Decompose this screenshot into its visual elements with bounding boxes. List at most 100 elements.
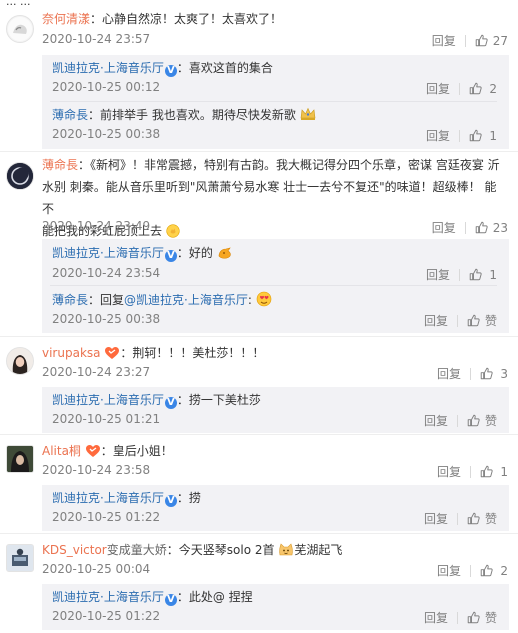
reply-item: 凯迪拉克·上海音乐厅 V ：捞 2020-10-25 01:22 回复 赞 xyxy=(42,485,509,531)
reply-time: 2020-10-24 23:54 xyxy=(52,266,161,280)
reply-button[interactable]: 回复 xyxy=(426,266,450,283)
fan-badge-icon xyxy=(105,347,120,359)
verified-icon: V xyxy=(164,594,177,606)
reply-time: 2020-10-25 01:22 xyxy=(52,510,161,524)
reply-text: ：回复 xyxy=(88,293,125,307)
comment-time: 2020-10-24 23:57 xyxy=(42,32,151,46)
like-count[interactable]: 1 xyxy=(487,129,497,143)
fan-badge-icon xyxy=(85,445,100,457)
like-like-label[interactable]: 赞 xyxy=(485,510,497,527)
reply-button[interactable]: 回复 xyxy=(424,312,448,329)
username-suffix: 变成童大娇 xyxy=(106,543,167,557)
reply-button[interactable]: 回复 xyxy=(432,219,456,236)
cat-emoji-icon xyxy=(279,543,294,556)
reply-button[interactable]: 回复 xyxy=(437,463,461,480)
thumbs-up-icon[interactable] xyxy=(467,512,480,525)
like-count[interactable]: 1 xyxy=(498,465,508,479)
like-count[interactable]: 2 xyxy=(498,564,508,578)
reply-time: 2020-10-25 00:38 xyxy=(52,127,161,141)
reply-list: 凯迪拉克·上海音乐厅 V ：捞 2020-10-25 01:22 回复 赞 xyxy=(42,485,509,531)
reply-time: 2020-10-25 00:12 xyxy=(52,80,161,94)
divider xyxy=(456,611,458,624)
divider xyxy=(459,82,460,95)
thumbs-up-icon[interactable] xyxy=(467,314,480,327)
thumbs-up-icon[interactable] xyxy=(480,367,493,380)
comment-username[interactable]: 薄命長 xyxy=(42,158,78,172)
reply-text: ：捞 xyxy=(176,491,201,505)
verified-icon: V xyxy=(164,495,177,507)
verified-icon: V xyxy=(164,250,177,262)
reply-button[interactable]: 回复 xyxy=(426,80,450,97)
reply-username[interactable]: 凯迪拉克·上海音乐厅 xyxy=(52,61,164,75)
comment-text: ：荆轲！！！美杜莎！！！ xyxy=(120,346,265,360)
reply-time: 2020-10-25 01:21 xyxy=(52,412,161,426)
reply-button[interactable]: 回复 xyxy=(426,127,450,144)
divider xyxy=(470,465,471,478)
comment-username[interactable]: 奈何清漾 xyxy=(42,12,90,26)
reply-item: 薄命長：回复@凯迪拉克·上海音乐厅: 2020-10-25 00:38 回复 赞 xyxy=(42,286,509,333)
reply-button[interactable]: 回复 xyxy=(432,32,456,49)
comment-username[interactable]: Alita桐 xyxy=(42,444,81,458)
reply-username[interactable]: 凯迪拉克·上海音乐厅 xyxy=(52,246,164,260)
divider xyxy=(456,414,458,427)
comment-time: 2020-10-25 00:04 xyxy=(42,562,151,576)
thumbs-up-icon[interactable] xyxy=(480,465,493,478)
comment-text: ：《新柯》！非常震撼，特别有古韵。我大概记得分四个乐章，密谋 宫廷夜宴 沂 xyxy=(78,158,500,172)
reply-button[interactable]: 回复 xyxy=(437,365,461,382)
thumbs-up-icon[interactable] xyxy=(475,221,488,234)
like-count[interactable]: 27 xyxy=(493,34,508,48)
reply-button[interactable]: 回复 xyxy=(424,510,448,527)
thumbs-up-icon[interactable] xyxy=(469,82,482,95)
thumbs-up-icon[interactable] xyxy=(467,414,480,427)
reply-text: ：此处@ 捏捏 xyxy=(176,590,253,604)
avatar[interactable] xyxy=(6,445,34,473)
divider xyxy=(459,129,460,142)
reply-button[interactable]: 回复 xyxy=(424,609,448,626)
divider xyxy=(456,314,458,327)
reply-list: 凯迪拉克·上海音乐厅 V ：喜欢这首的集合 2020-10-25 00:12 回复 … xyxy=(42,55,509,149)
reply-username[interactable]: 薄命長 xyxy=(52,293,88,307)
divider xyxy=(0,533,518,534)
reply-button[interactable]: 回复 xyxy=(424,412,448,429)
thumbs-up-icon[interactable] xyxy=(469,129,482,142)
mention-link[interactable]: @凯迪拉克·上海音乐厅 xyxy=(124,293,248,307)
comment-text: 芜湖起飞 xyxy=(294,543,343,557)
comment-time: 2020-10-24 23:27 xyxy=(42,365,151,379)
like-count[interactable]: 23 xyxy=(493,221,508,235)
thumbs-up-icon[interactable] xyxy=(469,268,482,281)
divider xyxy=(456,512,458,525)
reply-text: ：捞一下美杜莎 xyxy=(176,393,261,407)
heart-eyes-emoji-icon xyxy=(256,291,272,307)
like-like-label[interactable]: 赞 xyxy=(485,312,497,329)
divider xyxy=(459,268,460,281)
thumbs-up-icon[interactable] xyxy=(467,611,480,624)
comment-username[interactable]: virupaksa xyxy=(42,346,101,360)
thumbs-up-icon[interactable] xyxy=(480,564,493,577)
thumbs-up-icon[interactable] xyxy=(475,34,488,47)
like-count[interactable]: 1 xyxy=(487,268,497,282)
reply-list: 凯迪拉克·上海音乐厅 V ：好的 2020-10-24 23:54 回复 1 薄命長… xyxy=(42,239,509,333)
reply-username[interactable]: 凯迪拉克·上海音乐厅 xyxy=(52,491,164,505)
reply-button[interactable]: 回复 xyxy=(437,562,461,579)
reply-username[interactable]: 凯迪拉克·上海音乐厅 xyxy=(52,393,164,407)
comment-time: 2020-10-24 23:49 xyxy=(42,219,151,233)
reply-item: 凯迪拉克·上海音乐厅 V ：好的 2020-10-24 23:54 回复 1 xyxy=(42,239,509,286)
truncated-top-text: ... ... xyxy=(6,0,31,8)
divider xyxy=(0,151,518,152)
like-like-label[interactable]: 赞 xyxy=(485,609,497,626)
reply-username[interactable]: 薄命長 xyxy=(52,108,88,122)
comment-text: ：今天竖琴solo 2首 xyxy=(166,543,275,557)
avatar[interactable] xyxy=(6,15,34,43)
comment-text: ：心静自然凉！太爽了！太喜欢了！ xyxy=(90,12,283,26)
comment-username[interactable]: KDS_victor xyxy=(42,543,107,557)
avatar[interactable] xyxy=(6,162,34,190)
avatar[interactable] xyxy=(6,544,34,572)
reply-text: ：喜欢这首的集合 xyxy=(176,61,273,75)
like-count[interactable]: 2 xyxy=(487,82,497,96)
reply-list: 凯迪拉克·上海音乐厅 V ：捞一下美杜莎 2020-10-25 01:21 回复 赞 xyxy=(42,387,509,433)
avatar[interactable] xyxy=(6,347,34,375)
like-count[interactable]: 3 xyxy=(498,367,508,381)
reply-username[interactable]: 凯迪拉克·上海音乐厅 xyxy=(52,590,164,604)
like-like-label[interactable]: 赞 xyxy=(485,412,497,429)
divider xyxy=(0,434,518,435)
